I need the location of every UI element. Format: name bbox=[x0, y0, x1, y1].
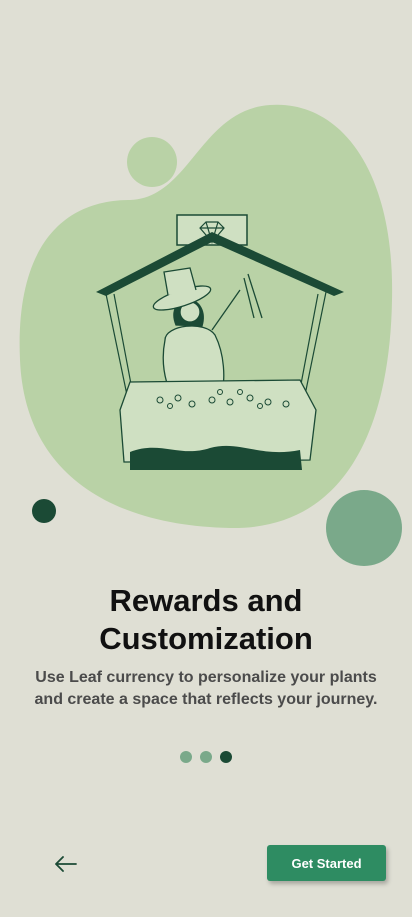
decor-circle-large bbox=[326, 490, 402, 566]
arrow-left-icon bbox=[55, 856, 77, 872]
decor-dot-dark bbox=[32, 499, 56, 523]
rewards-illustration bbox=[19, 104, 402, 566]
title-line-1: Rewards and bbox=[109, 583, 303, 618]
page-indicator bbox=[0, 751, 412, 763]
back-button[interactable] bbox=[50, 850, 82, 878]
onboarding-description: Use Leaf currency to personalize your pl… bbox=[34, 669, 378, 708]
onboarding-title: Rewards and Customization bbox=[0, 582, 412, 658]
title-line-2: Customization bbox=[99, 621, 313, 656]
page-dot-2[interactable] bbox=[200, 751, 212, 763]
page-dot-3[interactable] bbox=[220, 751, 232, 763]
get-started-button[interactable]: Get Started bbox=[267, 845, 386, 881]
page-dot-1[interactable] bbox=[180, 751, 192, 763]
decor-circle-small bbox=[127, 137, 177, 187]
